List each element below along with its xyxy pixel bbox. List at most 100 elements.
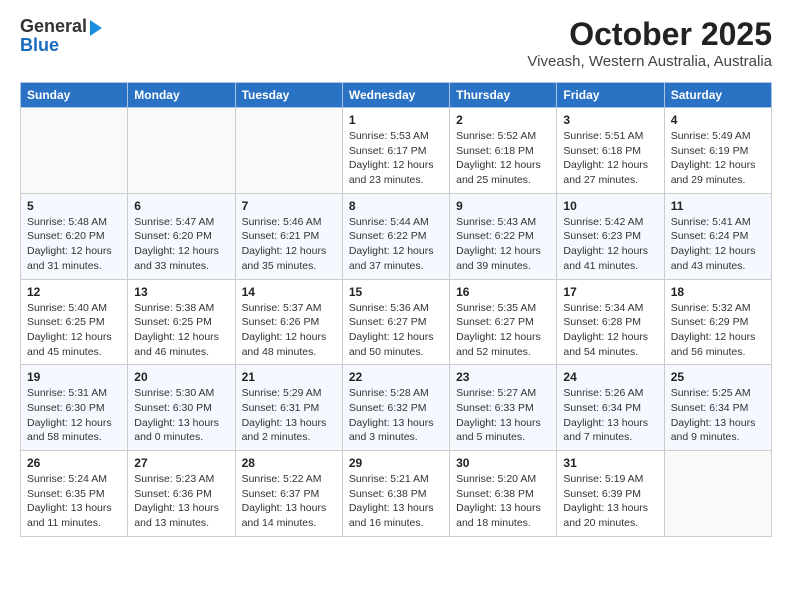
calendar-cell: 4Sunrise: 5:49 AMSunset: 6:19 PMDaylight… [664, 108, 771, 194]
day-number: 4 [671, 113, 765, 127]
day-number: 6 [134, 199, 228, 213]
calendar-cell: 21Sunrise: 5:29 AMSunset: 6:31 PMDayligh… [235, 365, 342, 451]
calendar-cell: 26Sunrise: 5:24 AMSunset: 6:35 PMDayligh… [21, 451, 128, 537]
day-number: 8 [349, 199, 443, 213]
calendar-cell [235, 108, 342, 194]
day-number: 25 [671, 370, 765, 384]
day-number: 16 [456, 285, 550, 299]
day-info: Sunrise: 5:36 AMSunset: 6:27 PMDaylight:… [349, 301, 443, 360]
day-number: 21 [242, 370, 336, 384]
calendar-cell: 22Sunrise: 5:28 AMSunset: 6:32 PMDayligh… [342, 365, 449, 451]
day-number: 24 [563, 370, 657, 384]
logo-general: General [20, 16, 87, 37]
calendar-cell: 30 Sunrise: 5:20 AMSunset: 6:38 PMDayligh… [450, 451, 557, 537]
calendar-week-row: 5Sunrise: 5:48 AMSunset: 6:20 PMDaylight… [21, 193, 772, 279]
day-info: Sunrise: 5:42 AMSunset: 6:23 PMDaylight:… [563, 215, 657, 274]
calendar-cell: 9 Sunrise: 5:43 AMSunset: 6:22 PMDaylight… [450, 193, 557, 279]
day-info: Sunrise: 5:40 AMSunset: 6:25 PMDaylight:… [27, 301, 121, 360]
calendar-table: SundayMondayTuesdayWednesdayThursdayFrid… [20, 82, 772, 537]
calendar-cell: 29Sunrise: 5:21 AMSunset: 6:38 PMDayligh… [342, 451, 449, 537]
calendar-week-row: 12 Sunrise: 5:40 AMSunset: 6:25 PMDayligh… [21, 279, 772, 365]
day-number: 30 [456, 456, 550, 470]
day-info: Sunrise: 5:20 AMSunset: 6:38 PMDaylight:… [456, 472, 550, 531]
day-number: 31 [563, 456, 657, 470]
calendar-cell: 27Sunrise: 5:23 AMSunset: 6:36 PMDayligh… [128, 451, 235, 537]
day-number: 15 [349, 285, 443, 299]
day-number: 14 [242, 285, 336, 299]
day-number: 28 [242, 456, 336, 470]
day-number: 26 [27, 456, 121, 470]
calendar-week-row: 1 Sunrise: 5:53 AMSunset: 6:17 PMDaylight… [21, 108, 772, 194]
day-number: 29 [349, 456, 443, 470]
day-info: Sunrise: 5:27 AMSunset: 6:33 PMDaylight:… [456, 386, 550, 445]
day-info: Sunrise: 5:41 AMSunset: 6:24 PMDaylight:… [671, 215, 765, 274]
page-subtitle: Viveash, Western Australia, Australia [527, 53, 772, 70]
day-info: Sunrise: 5:25 AMSunset: 6:34 PMDaylight:… [671, 386, 765, 445]
day-info: Sunrise: 5:31 AMSunset: 6:30 PMDaylight:… [27, 386, 121, 445]
page-title: October 2025 [527, 16, 772, 53]
calendar-cell: 19 Sunrise: 5:31 AMSunset: 6:30 PMDayligh… [21, 365, 128, 451]
day-info: Sunrise: 5:43 AMSunset: 6:22 PMDaylight:… [456, 215, 550, 274]
day-number: 1 [349, 113, 443, 127]
day-number: 9 [456, 199, 550, 213]
calendar-cell: 10 Sunrise: 5:42 AMSunset: 6:23 PMDayligh… [557, 193, 664, 279]
calendar-cell: 28 Sunrise: 5:22 AMSunset: 6:37 PMDayligh… [235, 451, 342, 537]
calendar-week-row: 26Sunrise: 5:24 AMSunset: 6:35 PMDayligh… [21, 451, 772, 537]
day-number: 11 [671, 199, 765, 213]
calendar-cell: 31 Sunrise: 5:19 AMSunset: 6:39 PMDayligh… [557, 451, 664, 537]
calendar-cell [128, 108, 235, 194]
day-number: 3 [563, 113, 657, 127]
weekday-header-monday: Monday [128, 83, 235, 108]
day-number: 17 [563, 285, 657, 299]
weekday-header-wednesday: Wednesday [342, 83, 449, 108]
weekday-header-tuesday: Tuesday [235, 83, 342, 108]
calendar-cell: 14 Sunrise: 5:37 AMSunset: 6:26 PMDayligh… [235, 279, 342, 365]
day-number: 2 [456, 113, 550, 127]
day-number: 27 [134, 456, 228, 470]
weekday-header-saturday: Saturday [664, 83, 771, 108]
calendar-cell: 20 Sunrise: 5:30 AMSunset: 6:30 PMDayligh… [128, 365, 235, 451]
title-block: October 2025 Viveash, Western Australia,… [527, 16, 772, 70]
calendar-cell: 6 Sunrise: 5:47 AMSunset: 6:20 PMDaylight… [128, 193, 235, 279]
day-number: 23 [456, 370, 550, 384]
day-info: Sunrise: 5:30 AMSunset: 6:30 PMDaylight:… [134, 386, 228, 445]
weekday-header-row: SundayMondayTuesdayWednesdayThursdayFrid… [21, 83, 772, 108]
logo: General Blue [20, 16, 102, 56]
day-number: 12 [27, 285, 121, 299]
day-info: Sunrise: 5:48 AMSunset: 6:20 PMDaylight:… [27, 215, 121, 274]
day-number: 7 [242, 199, 336, 213]
page-header: General Blue October 2025 Viveash, Weste… [20, 16, 772, 70]
calendar-cell: 1 Sunrise: 5:53 AMSunset: 6:17 PMDaylight… [342, 108, 449, 194]
weekday-header-sunday: Sunday [21, 83, 128, 108]
calendar-cell: 12 Sunrise: 5:40 AMSunset: 6:25 PMDayligh… [21, 279, 128, 365]
day-number: 22 [349, 370, 443, 384]
calendar-cell: 15 Sunrise: 5:36 AMSunset: 6:27 PMDayligh… [342, 279, 449, 365]
day-info: Sunrise: 5:47 AMSunset: 6:20 PMDaylight:… [134, 215, 228, 274]
calendar-cell: 17 Sunrise: 5:34 AMSunset: 6:28 PMDayligh… [557, 279, 664, 365]
day-info: Sunrise: 5:26 AMSunset: 6:34 PMDaylight:… [563, 386, 657, 445]
calendar-cell: 7Sunrise: 5:46 AMSunset: 6:21 PMDaylight… [235, 193, 342, 279]
day-number: 13 [134, 285, 228, 299]
day-number: 19 [27, 370, 121, 384]
weekday-header-thursday: Thursday [450, 83, 557, 108]
day-info: Sunrise: 5:22 AMSunset: 6:37 PMDaylight:… [242, 472, 336, 531]
calendar-cell [21, 108, 128, 194]
day-info: Sunrise: 5:37 AMSunset: 6:26 PMDaylight:… [242, 301, 336, 360]
day-info: Sunrise: 5:52 AMSunset: 6:18 PMDaylight:… [456, 129, 550, 188]
calendar-cell: 3Sunrise: 5:51 AMSunset: 6:18 PMDaylight… [557, 108, 664, 194]
day-info: Sunrise: 5:44 AMSunset: 6:22 PMDaylight:… [349, 215, 443, 274]
day-number: 10 [563, 199, 657, 213]
calendar-cell: 16 Sunrise: 5:35 AMSunset: 6:27 PMDayligh… [450, 279, 557, 365]
calendar-cell: 11 Sunrise: 5:41 AMSunset: 6:24 PMDayligh… [664, 193, 771, 279]
calendar-cell: 18Sunrise: 5:32 AMSunset: 6:29 PMDayligh… [664, 279, 771, 365]
day-info: Sunrise: 5:53 AMSunset: 6:17 PMDaylight:… [349, 129, 443, 188]
calendar-cell: 24 Sunrise: 5:26 AMSunset: 6:34 PMDayligh… [557, 365, 664, 451]
calendar-cell: 5Sunrise: 5:48 AMSunset: 6:20 PMDaylight… [21, 193, 128, 279]
calendar-cell [664, 451, 771, 537]
logo-blue-text: Blue [20, 35, 59, 56]
day-info: Sunrise: 5:34 AMSunset: 6:28 PMDaylight:… [563, 301, 657, 360]
calendar-cell: 13Sunrise: 5:38 AMSunset: 6:25 PMDayligh… [128, 279, 235, 365]
day-info: Sunrise: 5:35 AMSunset: 6:27 PMDaylight:… [456, 301, 550, 360]
day-number: 20 [134, 370, 228, 384]
day-info: Sunrise: 5:19 AMSunset: 6:39 PMDaylight:… [563, 472, 657, 531]
